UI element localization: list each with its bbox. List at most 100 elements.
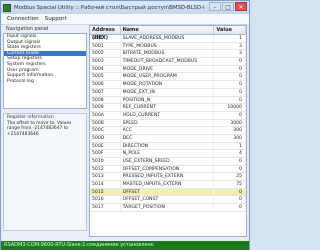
- cell-value[interactable]: 1: [214, 142, 246, 150]
- table-row[interactable]: 5017 TARGET_POSITION 0: [90, 204, 246, 212]
- left-panel: Navigation panel Input signals Output sig…: [3, 25, 87, 241]
- cell-value[interactable]: 3: [214, 42, 246, 50]
- cell-value[interactable]: 0: [214, 73, 246, 81]
- cell-name: TARGET_POSITION: [121, 204, 215, 211]
- cell-name: OFFSET: [121, 188, 215, 196]
- cell-value[interactable]: 25: [214, 173, 246, 181]
- table-row[interactable]: 5012 OFFSET_COMPENSATION 0: [90, 165, 246, 174]
- minimize-icon[interactable]: –: [209, 2, 221, 11]
- cell-name: HOLD_CURRENT: [121, 111, 215, 119]
- cell-value[interactable]: 3: [214, 50, 246, 58]
- cell-address: 5012: [90, 165, 121, 173]
- cell-name: USE_EXTERN_SPEED: [121, 158, 215, 165]
- table-row[interactable]: 5002 BITRATE_MODBUS 3: [90, 50, 246, 59]
- table-row[interactable]: 5000 SLAVE_ADDRESS_MODBUS 1: [90, 35, 246, 43]
- cell-value[interactable]: 0: [214, 165, 246, 173]
- cell-value[interactable]: 0: [214, 58, 246, 65]
- menu-connection[interactable]: Connection: [7, 16, 39, 22]
- register-info-text: The offset to move to. Values range from…: [7, 121, 72, 137]
- navigation-panel-label: Navigation panel: [6, 26, 49, 32]
- cell-address: 5006: [90, 81, 121, 88]
- cell-value[interactable]: 0: [214, 204, 246, 211]
- navigation-list[interactable]: Input signals Output signals State registe…: [3, 33, 87, 109]
- cell-name: PRESSED_INPUTS_EXTERN: [121, 173, 215, 181]
- cell-address: 5001: [90, 42, 121, 50]
- table-row[interactable]: 5004 MODE_DRIVE 0: [90, 65, 246, 74]
- window-controls: – □ ✕: [209, 2, 247, 11]
- cell-value[interactable]: 300: [214, 134, 246, 142]
- table-row[interactable]: 500A HOLD_CURRENT 0: [90, 111, 246, 120]
- table-row[interactable]: 5016 OFFSET_CONST 0: [90, 196, 246, 205]
- cell-name: SPEED: [121, 119, 215, 127]
- table-row[interactable]: 5008 POSITION_N 0: [90, 96, 246, 105]
- table-row[interactable]: 5005 MODE_USER_PROGRAM 0: [90, 73, 246, 82]
- cell-name: POSITION_N: [121, 96, 215, 104]
- cell-name: BITRATE_MODBUS: [121, 50, 215, 58]
- cell-value[interactable]: 0: [214, 158, 246, 165]
- cell-value[interactable]: 300: [214, 127, 246, 134]
- connection-status: RSADM3-COM:9600-RTU-Slave:1:соединение у…: [4, 242, 154, 248]
- cell-address: 500F: [90, 150, 121, 157]
- cell-value[interactable]: 0: [214, 88, 246, 96]
- cell-value[interactable]: 0: [214, 65, 246, 73]
- cell-name: DEC: [121, 134, 215, 142]
- cell-address: 500A: [90, 111, 121, 119]
- cell-value[interactable]: 10000: [214, 104, 246, 111]
- cell-value[interactable]: 0: [214, 188, 246, 196]
- cell-value[interactable]: 3000: [214, 119, 246, 127]
- cell-value[interactable]: 75: [214, 181, 246, 188]
- cell-name: MODE_EXT_IN: [121, 88, 215, 96]
- cell-name: MODE_DRIVE: [121, 65, 215, 73]
- table-row[interactable]: 500F N_POLE 4: [90, 150, 246, 158]
- table-row[interactable]: 5015 OFFSET 0: [90, 188, 246, 197]
- table-row[interactable]: 500E DIRECTION 1: [90, 142, 246, 151]
- close-icon[interactable]: ✕: [235, 2, 247, 11]
- table-row[interactable]: 500D DEC 300: [90, 134, 246, 143]
- maximize-icon[interactable]: □: [222, 2, 234, 11]
- table-row[interactable]: 500C ACC 300: [90, 127, 246, 135]
- table-row[interactable]: 500B SPEED 3000: [90, 119, 246, 128]
- column-header-address[interactable]: Address (HEX): [90, 26, 121, 41]
- cell-address: 5014: [90, 181, 121, 188]
- table-row[interactable]: 5007 MODE_EXT_IN 0: [90, 88, 246, 97]
- menu-bar: Connection Support: [1, 14, 249, 25]
- cell-address: 500E: [90, 142, 121, 150]
- cell-name: ACC: [121, 127, 215, 134]
- cell-value[interactable]: 1: [214, 35, 246, 42]
- cell-value[interactable]: 4: [214, 150, 246, 157]
- app-window: Modbus Special Utility :: Рабочий стол\Б…: [0, 0, 250, 250]
- cell-name: MASTED_INPUTS_EXTERN: [121, 181, 215, 188]
- table-row[interactable]: 5010 USE_EXTERN_SPEED 0: [90, 158, 246, 166]
- cell-address: 500D: [90, 134, 121, 142]
- status-bar: RSADM3-COM:9600-RTU-Slave:1:соединение у…: [1, 241, 249, 250]
- nav-item[interactable]: Protocol log: [4, 79, 86, 85]
- table-row[interactable]: 5003 TIMEOUT_BROADCAST_MODBUS 0: [90, 58, 246, 66]
- cell-address: 5008: [90, 96, 121, 104]
- cell-address: 5007: [90, 88, 121, 96]
- cell-value[interactable]: 0: [214, 81, 246, 88]
- menu-support[interactable]: Support: [45, 16, 67, 22]
- window-title: Modbus Special Utility :: Рабочий стол\Б…: [14, 4, 204, 11]
- table-row[interactable]: 5009 REF_CURRENT 10000: [90, 104, 246, 112]
- cell-address: 5000: [90, 35, 121, 42]
- table-row[interactable]: 5001 TYPE_MODBUS 3: [90, 42, 246, 51]
- cell-name: TIMEOUT_BROADCAST_MODBUS: [121, 58, 215, 65]
- cell-name: MODE_USER_PROGRAM: [121, 73, 215, 81]
- table-body: 5000 SLAVE_ADDRESS_MODBUS 1 5001 TYPE_MODBUS…: [90, 35, 246, 212]
- cell-address: 5015: [90, 188, 121, 196]
- column-header-name[interactable]: Name: [121, 26, 215, 34]
- cell-value[interactable]: 0: [214, 96, 246, 104]
- cell-name: N_POLE: [121, 150, 215, 157]
- table-header: Address (HEX) Name Value: [90, 26, 246, 41]
- table-row[interactable]: 5006 MODE_ROTATION 0: [90, 81, 246, 89]
- table-row[interactable]: 5014 MASTED_INPUTS_EXTERN 75: [90, 181, 246, 189]
- cell-value[interactable]: 0: [214, 196, 246, 204]
- cell-name: OFFSET_COMPENSATION: [121, 165, 215, 173]
- table-row[interactable]: 5013 PRESSED_INPUTS_EXTERN 25: [90, 173, 246, 182]
- column-header-value[interactable]: Value: [214, 26, 246, 34]
- cell-address: 5002: [90, 50, 121, 58]
- title-bar[interactable]: Modbus Special Utility :: Рабочий стол\Б…: [1, 1, 249, 14]
- cell-address: 5004: [90, 65, 121, 73]
- cell-value[interactable]: 0: [214, 111, 246, 119]
- cell-name: REF_CURRENT: [121, 104, 215, 111]
